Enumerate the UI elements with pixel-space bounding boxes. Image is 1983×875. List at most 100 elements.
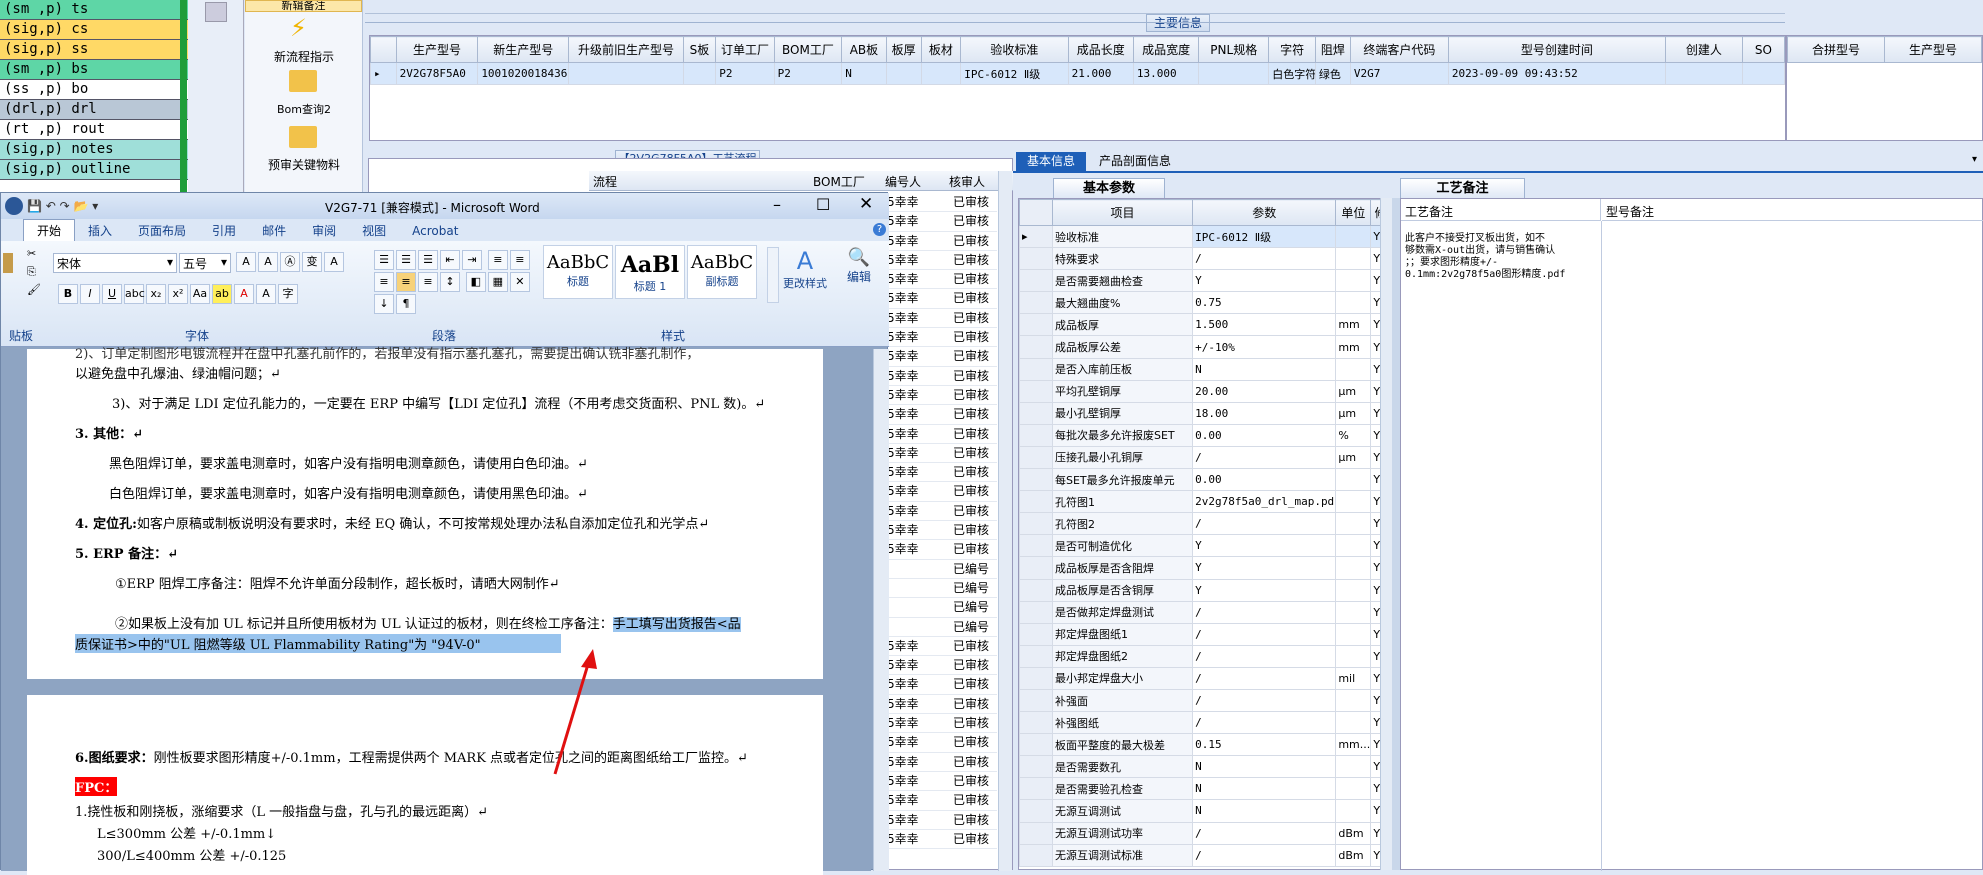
param-cell[interactable]: N: [1192, 777, 1337, 801]
office-button-icon[interactable]: [5, 197, 23, 215]
column-header[interactable]: 型号创建时间: [1447, 36, 1666, 63]
process-note-text[interactable]: 此客户不接受打叉板出货，如不 够数需X-out出货，请与销售确认 ；；要求图形精度+…: [1405, 233, 1565, 281]
ribbon-tab[interactable]: 邮件: [249, 220, 299, 242]
list-item[interactable]: 5幸幸 已审核: [887, 328, 997, 348]
grid-cell[interactable]: P2: [715, 62, 775, 85]
change-styles-button[interactable]: A 更改样式: [781, 247, 829, 291]
list-item[interactable]: 5幸幸 已审核: [887, 482, 997, 502]
cut-icon[interactable]: ✂: [27, 247, 36, 260]
table-row[interactable]: 无源互调测试 N Y: [1019, 799, 1391, 823]
close-icon[interactable]: ✕: [859, 194, 873, 214]
table-row[interactable]: 成品板厚是否含阻焊 Y Y: [1019, 556, 1391, 580]
grid-cell[interactable]: V2G7: [1349, 62, 1449, 85]
chevron-down-icon[interactable]: ▾: [1972, 154, 1977, 165]
ribbon-tab[interactable]: 页面布局: [125, 220, 199, 242]
list-item[interactable]: 5幸幸 已审核: [887, 791, 997, 811]
column-header[interactable]: BOM工厂: [773, 36, 843, 63]
column-header[interactable]: 成品长度: [1067, 36, 1134, 63]
increase-indent-button[interactable]: ⇥: [462, 250, 482, 270]
list-item[interactable]: 5幸幸 已审核: [887, 753, 997, 772]
shading-button[interactable]: ◧: [465, 272, 486, 292]
layer-item[interactable]: (sm ,p) ts: [0, 0, 190, 20]
copy-icon[interactable]: ⎘: [27, 265, 36, 279]
grid-cell[interactable]: [1198, 62, 1270, 85]
grid-cell[interactable]: N: [841, 62, 887, 85]
param-cell[interactable]: 0.75: [1192, 291, 1337, 315]
grid-cell[interactable]: [1741, 62, 1786, 85]
table-row[interactable]: ▸ 验收标准 IPC-6012 Ⅱ级 Y: [1019, 224, 1391, 249]
bom-query-button[interactable]: Bom查询2: [245, 101, 363, 117]
column-header[interactable]: 生产型号: [1884, 36, 1982, 63]
list-item[interactable]: 5幸幸 已审核: [887, 367, 997, 386]
grid-cell[interactable]: [682, 62, 717, 85]
table-row[interactable]: 无源互调测试功率 / dBm Y: [1019, 821, 1391, 845]
table-row[interactable]: 是否需要验孔检查 N Y: [1019, 777, 1391, 801]
param-cell[interactable]: Y: [1192, 269, 1337, 293]
font-color-button[interactable]: A: [234, 284, 254, 304]
param-cell[interactable]: /: [1192, 711, 1337, 735]
chinese-layout-button[interactable]: ✕: [509, 272, 530, 292]
grow-font-button[interactable]: A: [236, 252, 256, 272]
grid-cell[interactable]: 2V2G78F5A0: [395, 62, 479, 85]
table-row[interactable]: 是否需要数孔 N Y: [1019, 755, 1391, 779]
column-header[interactable]: 生产型号: [395, 36, 479, 63]
minimize-icon[interactable]: –: [773, 195, 781, 214]
param-cell[interactable]: 0.00: [1192, 423, 1337, 447]
param-cell[interactable]: N: [1192, 357, 1337, 381]
column-header[interactable]: 板材: [920, 36, 962, 63]
list-item[interactable]: 5幸幸 已审核: [887, 425, 997, 444]
sort-button[interactable]: ↓: [374, 294, 394, 314]
column-header[interactable]: 验收标准: [960, 36, 1069, 63]
new-note-button[interactable]: 新辑备注: [245, 0, 362, 12]
font-name-select[interactable]: 宋体 ▾: [53, 253, 177, 273]
table-row[interactable]: 孔符图2/Y: [1019, 512, 1391, 536]
column-header[interactable]: 单位: [1335, 199, 1372, 226]
table-row[interactable]: 每批次最多允许报废SET 0.00% Y: [1019, 423, 1391, 447]
layer-item[interactable]: (sig,p) outline: [0, 160, 190, 180]
prealarm-material-button[interactable]: 预审关键物料: [245, 156, 363, 173]
column-header[interactable]: 编号人: [885, 173, 921, 190]
table-row[interactable]: 成品板厚公差 +/-10% mm Y: [1019, 335, 1391, 359]
justify-button[interactable]: ≡: [396, 272, 416, 292]
column-header[interactable]: 创建人: [1664, 36, 1743, 63]
grid-cell[interactable]: P2: [773, 62, 843, 85]
param-cell[interactable]: 18.00: [1192, 401, 1337, 425]
list-item[interactable]: 5幸幸 已审核: [887, 675, 997, 695]
table-row[interactable]: 孔符图1 2v2g78f5a0_drl_map.pdf Y: [1019, 490, 1391, 514]
list-item[interactable]: 5幸幸 已审核: [887, 772, 997, 792]
table-row[interactable]: 最小孔壁铜厚 18.00 μm Y: [1019, 401, 1391, 425]
char-border-button[interactable]: A: [324, 252, 344, 272]
list-item[interactable]: 5幸幸 已审核: [887, 811, 997, 830]
param-cell[interactable]: IPC-6012 Ⅱ级: [1192, 224, 1337, 249]
column-header[interactable]: 合拼型号: [1787, 36, 1885, 63]
column-header[interactable]: 升级前旧生产型号: [568, 36, 684, 63]
list-item[interactable]: 5幸幸 已审核: [887, 695, 997, 715]
param-cell[interactable]: 2v2g78f5a0_drl_map.pdf: [1192, 490, 1337, 514]
param-cell[interactable]: /: [1192, 622, 1337, 646]
layer-list-scrollbar[interactable]: [180, 0, 187, 195]
grid-cell[interactable]: 白色字符: [1268, 62, 1316, 85]
table-row[interactable]: 邦定焊盘图纸2/Y: [1019, 644, 1391, 668]
strikethrough-button[interactable]: abc: [124, 284, 145, 304]
table-row[interactable]: 平均孔壁铜厚 20.00 μm Y: [1019, 379, 1391, 403]
align-center-button[interactable]: ≡: [509, 250, 530, 270]
decrease-indent-button[interactable]: ⇤: [440, 250, 460, 270]
table-row[interactable]: 无源互调测试标准 / dBm Y: [1019, 843, 1391, 867]
font-size-select[interactable]: 五号 ▾: [179, 253, 231, 273]
table-row[interactable]: 成品板厚是否含铜厚 Y Y: [1019, 578, 1391, 602]
document-area[interactable]: 2)、订单定制图形电镀流程并在盘中孔塞孔前作的，若报单没有指示塞孔塞孔，需要提出…: [1, 347, 871, 875]
ribbon-tab[interactable]: 审阅: [299, 220, 349, 242]
align-right-button[interactable]: ≡: [374, 272, 394, 292]
show-marks-button[interactable]: ¶: [396, 294, 416, 314]
borders-button[interactable]: ▦: [487, 272, 508, 292]
splitter[interactable]: [1392, 198, 1400, 870]
table-row[interactable]: 补强图纸 / Y: [1019, 711, 1391, 735]
ribbon-tab[interactable]: 插入: [75, 220, 125, 242]
layer-item[interactable]: (drl,p) drl: [0, 100, 190, 120]
style-gallery-item[interactable]: AaBl 标题 1: [615, 245, 685, 299]
clear-format-button[interactable]: Ⓐ: [280, 252, 300, 272]
style-gallery-item[interactable]: AaBbC 副标题: [687, 245, 757, 299]
tab-basic-params[interactable]: 基本参数: [1053, 178, 1165, 198]
column-header[interactable]: 项目: [1051, 199, 1194, 226]
highlight-button[interactable]: ab: [212, 284, 232, 304]
